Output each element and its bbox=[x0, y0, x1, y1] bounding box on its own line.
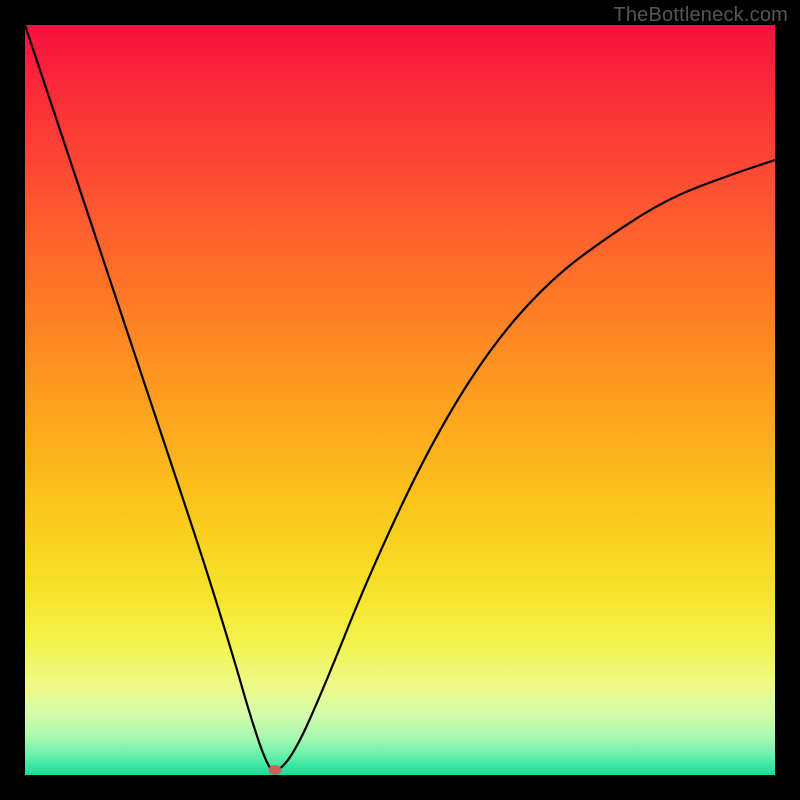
chart-stage: TheBottleneck.com bbox=[0, 0, 800, 800]
watermark-text: TheBottleneck.com bbox=[613, 4, 788, 27]
minimum-marker bbox=[268, 765, 281, 775]
plot-inner bbox=[25, 25, 775, 775]
bottleneck-curve bbox=[25, 25, 775, 775]
plot-area bbox=[25, 25, 775, 775]
